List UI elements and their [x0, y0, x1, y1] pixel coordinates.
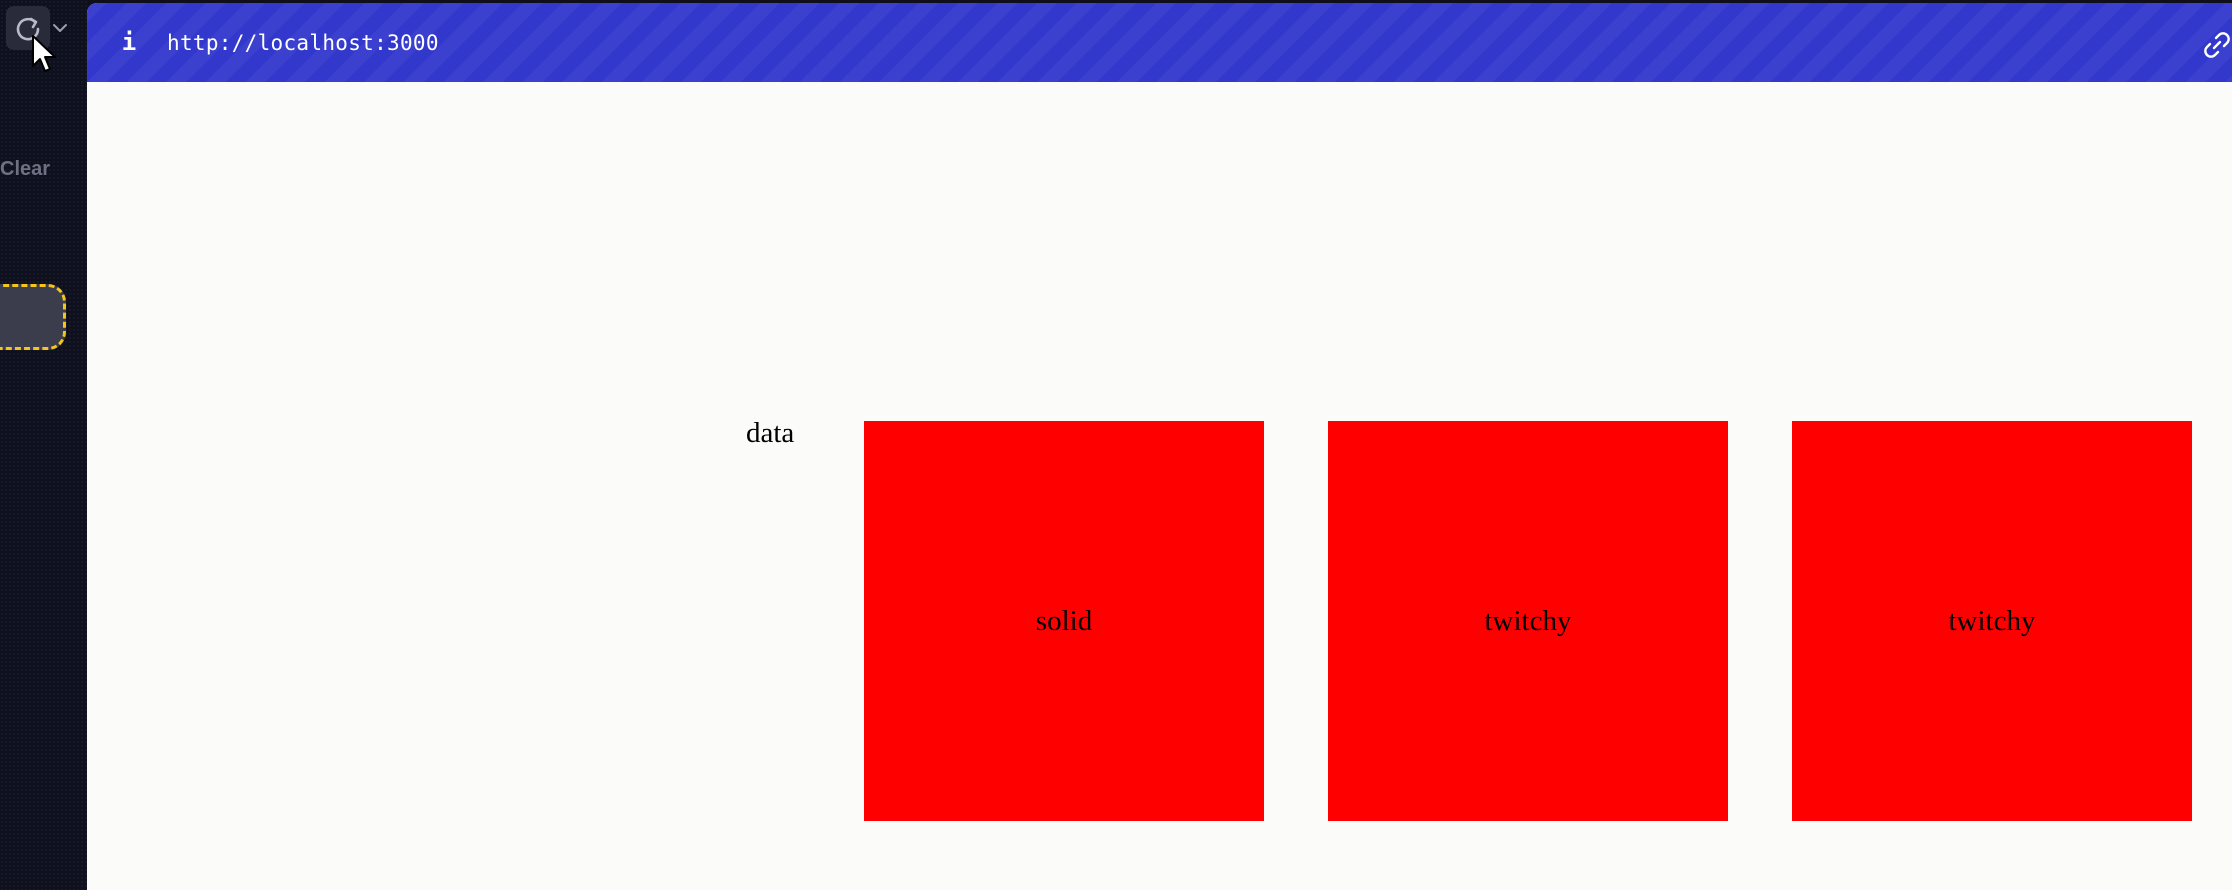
selected-item-pill[interactable] — [0, 284, 66, 350]
preview-frame: i http://localhost:3000 data solid twitc… — [87, 3, 2232, 890]
link-icon[interactable] — [2199, 27, 2232, 63]
clear-button[interactable]: Clear — [0, 158, 50, 181]
url-text[interactable]: http://localhost:3000 — [167, 30, 439, 56]
box-label: solid — [1035, 604, 1093, 637]
box-label: twitchy — [1948, 604, 2036, 637]
solid-box: solid — [864, 421, 1264, 821]
app-window: Clear i http://localhost:3000 data solid… — [0, 0, 2232, 890]
info-icon[interactable]: i — [119, 27, 139, 57]
data-label: data — [746, 417, 795, 449]
url-bar: i http://localhost:3000 — [87, 3, 2232, 82]
twitchy-box: twitchy — [1792, 421, 2192, 821]
mouse-cursor-icon — [32, 35, 56, 72]
sidebar: Clear — [0, 0, 87, 890]
box-label: twitchy — [1484, 604, 1572, 637]
page-content: data solid twitchy twitchy — [87, 82, 2232, 890]
twitchy-box: twitchy — [1328, 421, 1728, 821]
